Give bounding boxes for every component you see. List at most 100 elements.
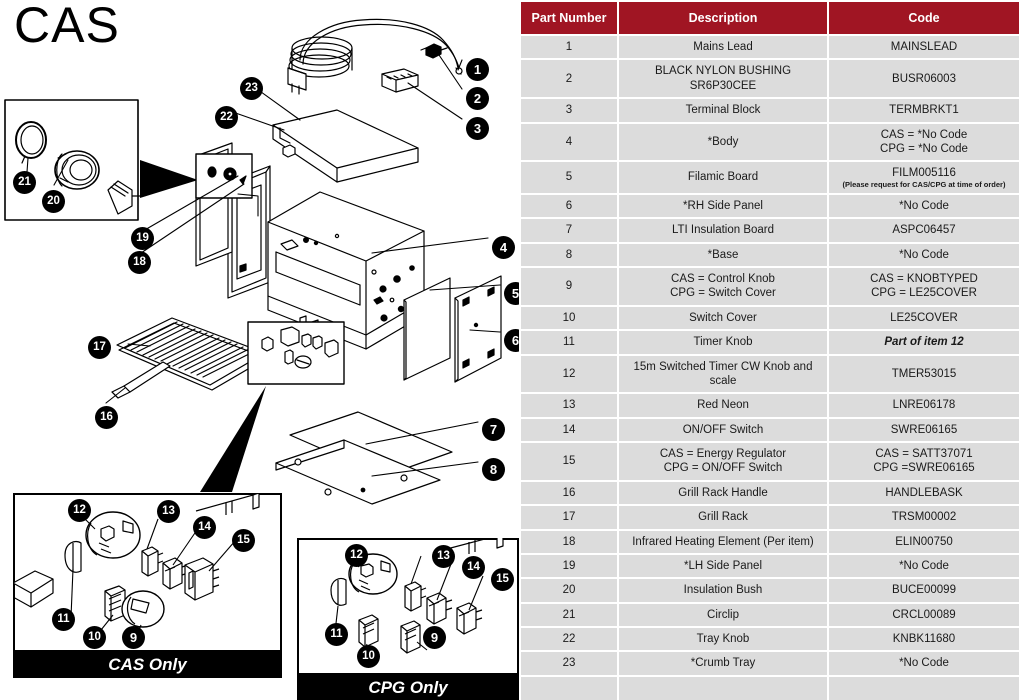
cell-text: ON/OFF Switch [682, 423, 764, 436]
cell-pn: 18 [521, 530, 617, 553]
cell-pn: 9 [521, 268, 617, 305]
cell-text: 19 [562, 559, 576, 572]
cell-desc: Insulation Bush [619, 579, 827, 602]
insulation-base-graphic [275, 411, 453, 505]
cell-code: *No Code [829, 554, 1019, 578]
table-row: 9 CAS = Control Knob CPG = Switch Cover CAS… [521, 268, 1019, 305]
cell-pn: 5 [521, 162, 617, 193]
cell-text: HANDLEBASK [885, 486, 963, 499]
callout-marker-13: 13 [157, 500, 180, 523]
table-row: 7 LTI Insulation Board ASPC06457 [521, 219, 1019, 242]
cell-code: CRCL00089 [829, 603, 1019, 626]
exploded-diagram-panel: CAS CAS Only CPG Only 1 2 3 4 5 6 7 8 9 … [0, 0, 519, 700]
cell-text: 21 [562, 608, 576, 621]
cell-text: CAS = *No Code CPG = *No Code [880, 128, 968, 155]
table-row: 16 Grill Rack Handle HANDLEBASK [521, 481, 1019, 505]
table-row: 11 Timer Knob Part of item 12 [521, 331, 1019, 354]
parts-table-body: 1 Mains Lead MAINSLEAD 2 BLACK NYLON BUSHING… [521, 36, 1019, 700]
table-row: 17 Grill Rack TRSM00002 [521, 506, 1019, 529]
table-row: 23 *Crumb Tray *No Code [521, 652, 1019, 675]
cell-text: 17 [562, 511, 576, 524]
cell-code: BUSR06003 [829, 60, 1019, 98]
callout-marker-20: 20 [42, 190, 65, 213]
cell-desc: *Crumb Tray [619, 652, 827, 675]
table-row: 21 Circlip CRCL00089 [521, 603, 1019, 626]
cell-text: *LH Side Panel [684, 559, 762, 572]
cell-desc: Red Neon [619, 394, 827, 417]
cell-desc: *Base [619, 243, 827, 266]
callout-marker-10: 10 [357, 645, 380, 668]
table-row: 12 15m Switched Timer CW Knob and scale TM… [521, 355, 1019, 393]
callout-marker-21: 21 [13, 171, 36, 194]
callout-marker-14: 14 [462, 556, 485, 579]
cell-text: ELIN00750 [895, 535, 953, 548]
cell-pn: 7 [521, 219, 617, 242]
cell-desc: Tray Knob [619, 628, 827, 651]
cell-text: 6 [565, 199, 573, 212]
callout-marker-1: 1 [466, 58, 489, 81]
cell-text: TMER53015 [891, 367, 957, 380]
cell-text: BLACK NYLON BUSHING SR6P30CEE [654, 65, 792, 92]
cell-code: TMER53015 [829, 355, 1019, 393]
cell-text: 22 [562, 633, 576, 645]
bush-detail-box [4, 99, 141, 221]
cell-code: *No Code [829, 652, 1019, 675]
cell-text: Part of item 12 [884, 336, 964, 349]
callout-marker-17: 17 [88, 336, 111, 359]
table-row: 2 BLACK NYLON BUSHING SR6P30CEE BUSR06003 [521, 60, 1019, 98]
cell-text: 1 [565, 41, 573, 53]
cell-text: Grill Rack Handle [678, 486, 768, 499]
cell-code: SWRE06165 [829, 418, 1019, 441]
cell-text: *Body [707, 135, 739, 148]
cell-desc: Terminal Block [619, 99, 827, 122]
cell-desc: *RH Side Panel [619, 194, 827, 218]
cell-text: 10 [562, 311, 576, 324]
cell-text: Tray Knob [696, 633, 750, 645]
cell-text: *Crumb Tray [690, 657, 756, 670]
grill-rack-graphic [111, 317, 268, 399]
cell-text: Switch Cover [689, 311, 757, 324]
cell-desc: Infrared Heating Element (Per item) [619, 530, 827, 553]
cell-text: FILM005116 [892, 167, 956, 180]
parts-table-panel: Part Number Description Code 1 Mains Lead… [519, 0, 1021, 700]
table-row: 1 Mains Lead MAINSLEAD [521, 36, 1019, 59]
table-row: 6 *RH Side Panel *No Code [521, 194, 1019, 218]
cell-code: LE25COVER [829, 306, 1019, 330]
cell-pn: 2 [521, 60, 617, 98]
cell-text: Red Neon [697, 399, 749, 412]
cell-desc: LTI Insulation Board [619, 219, 827, 242]
zoom-wedge-bush [140, 160, 198, 198]
cell-text: BUCE00099 [892, 584, 956, 597]
cell-desc: 15m Switched Timer CW Knob and scale [619, 355, 827, 393]
cell-text: Mains Lead [693, 41, 753, 53]
cell-text: 3 [565, 104, 573, 117]
cell-text: MAINSLEAD [890, 41, 958, 53]
callout-marker-9: 9 [122, 626, 145, 649]
cell-desc: Grill Rack Handle [619, 481, 827, 505]
cas-only-label-bar: CAS Only [13, 652, 282, 678]
cell-subnote: (Please request for CAS/CPG at time of o… [842, 179, 1006, 189]
callout-marker-18: 18 [128, 251, 151, 274]
callout-marker-15: 15 [232, 529, 255, 552]
cell-text: *No Code [899, 248, 949, 261]
cell-pn: 15 [521, 443, 617, 480]
cell-text: CAS = Energy Regulator CPG = ON/OFF Switc… [659, 448, 787, 475]
callout-marker-10: 10 [83, 626, 106, 649]
cell-text: 15m Switched Timer CW Knob and scale [633, 360, 813, 387]
cell-text: *No Code [899, 559, 949, 572]
cell-text: 15 [562, 455, 576, 468]
header-code: Code [829, 2, 1019, 34]
cpg-only-inset-graphic [330, 538, 504, 657]
table-row: 22 Tray Knob KNBK11680 [521, 628, 1019, 651]
cell-text: 5 [565, 171, 573, 184]
callout-marker-11: 11 [52, 608, 75, 631]
cell-text: 14 [562, 423, 576, 436]
small-parts-detail-box [247, 321, 345, 385]
cell-pn: 8 [521, 243, 617, 266]
cell-code: ASPC06457 [829, 219, 1019, 242]
cell-pn: 19 [521, 554, 617, 578]
callout-marker-4: 4 [492, 236, 515, 259]
callout-marker-3: 3 [466, 117, 489, 140]
callout-marker-16: 16 [95, 406, 118, 429]
callout-marker-19: 19 [131, 227, 154, 250]
